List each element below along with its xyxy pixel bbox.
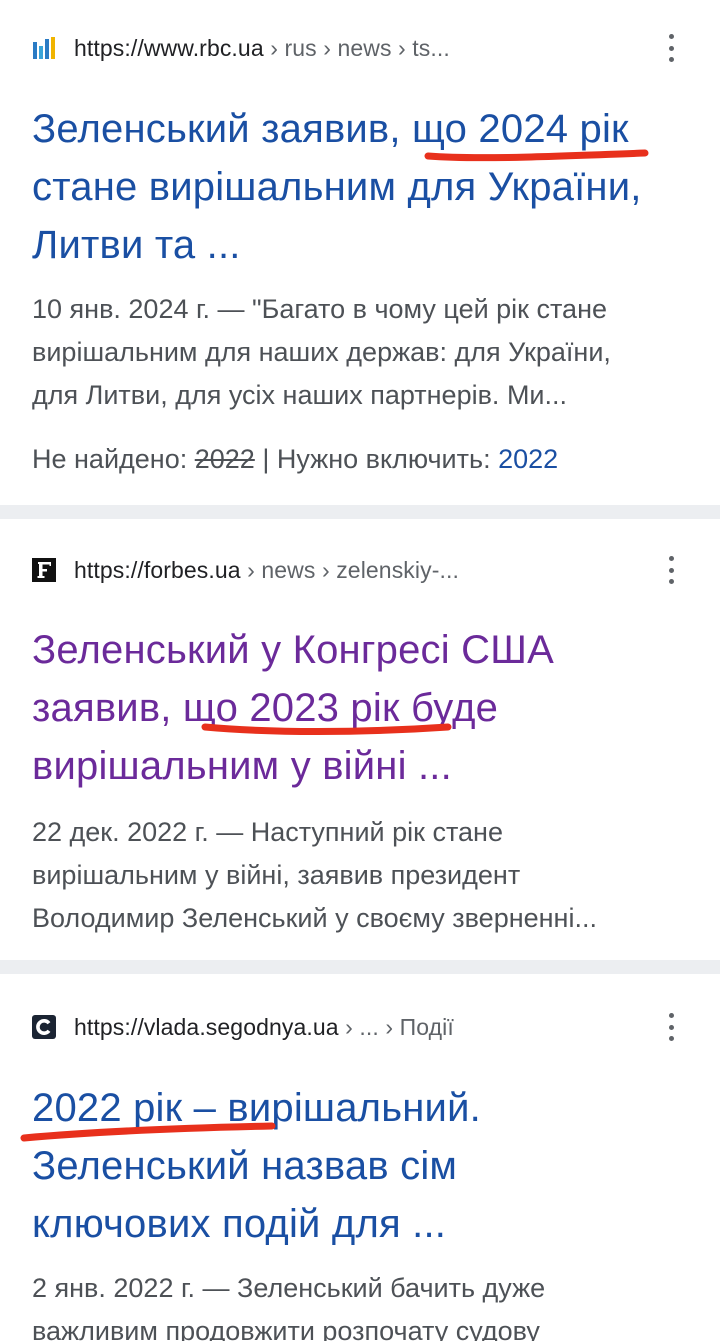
search-result-1: https://www.rbc.ua › rus › news › ts... … [0,0,720,505]
result-snippet: 22 дек. 2022 г. — Наступний рік стане ви… [32,817,597,933]
result-url: https://forbes.ua › news › zelenskiy-... [74,556,459,583]
missing-term: 2022 [194,444,255,474]
result-source[interactable]: https://forbes.ua › news › zelenskiy-... [32,552,700,588]
more-options-icon[interactable] [666,1013,676,1041]
rbc-bars-icon [32,36,56,60]
result-title-link[interactable]: Зеленський у Конгресі США заявив, що 202… [32,621,700,795]
search-result-2: https://forbes.ua › news › zelenskiy-...… [0,519,720,960]
result-url: https://vlada.segodnya.ua › ... › Події [74,1013,454,1040]
forbes-f-icon [32,558,56,582]
result-title-link[interactable]: Зеленський заявив, що 2024 рік стане вир… [32,100,700,274]
segodnya-c-icon [32,1015,56,1039]
search-result-3: https://vlada.segodnya.ua › ... › Події … [0,974,720,1341]
result-snippet: 10 янв. 2024 г. — "Багато в чому цей рік… [32,294,611,410]
result-title-link[interactable]: 2022 рік – вирішальний. Зеленський назва… [32,1079,700,1253]
result-source[interactable]: https://vlada.segodnya.ua › ... › Події [32,1009,700,1045]
result-snippet: 2 янв. 2022 г. — Зеленський бачить дуже … [32,1273,546,1341]
result-divider [0,505,720,519]
result-url: https://www.rbc.ua › rus › news › ts... [74,34,450,61]
more-options-icon[interactable] [666,556,676,584]
include-term-link[interactable]: 2022 [498,444,558,474]
result-source[interactable]: https://www.rbc.ua › rus › news › ts... [32,30,700,66]
missing-terms: Не найдено: 2022 | Нужно включить: 2022 [32,444,559,474]
result-divider [0,960,720,974]
more-options-icon[interactable] [666,34,676,62]
